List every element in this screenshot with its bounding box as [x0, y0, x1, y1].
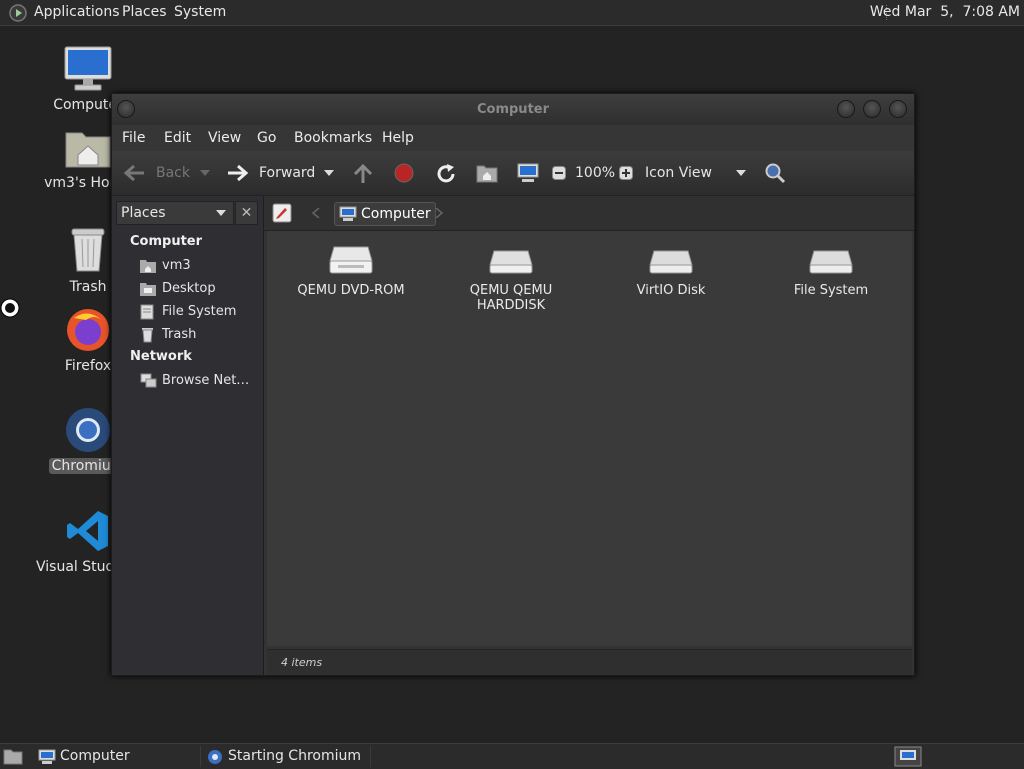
back-history-dropdown-icon[interactable]	[200, 170, 210, 177]
view-mode-dropdown-icon[interactable]	[736, 170, 746, 177]
menu-bookmarks[interactable]: Bookmarks	[294, 125, 372, 151]
home-folder-icon	[65, 132, 111, 168]
reload-icon[interactable]	[435, 163, 457, 185]
taskbar-label: Computer	[60, 748, 130, 764]
sidebar-selector[interactable]: Places	[116, 201, 234, 225]
gnome-foot-icon[interactable]	[8, 3, 28, 23]
up-arrow-icon[interactable]	[352, 163, 374, 185]
status-bar: 4 items	[267, 649, 912, 675]
menu-places[interactable]: Places	[122, 0, 167, 25]
chromium-icon	[66, 408, 110, 452]
sidebar-item-label: Desktop	[162, 281, 216, 296]
drive-label: VirtIO Disk	[636, 283, 706, 298]
taskbar-button-chromium[interactable]: Starting Chromium	[202, 746, 371, 767]
desktop-icon-label: Firefox	[64, 358, 112, 374]
location-bar: Computer	[264, 196, 914, 231]
breadcrumb-label: Computer	[361, 206, 431, 222]
menu-help[interactable]: Help	[382, 125, 414, 151]
toolbar: Back Forward 100% Icon View	[112, 151, 914, 196]
forward-arrow-icon[interactable]	[226, 163, 250, 183]
vscode-icon	[67, 511, 108, 551]
show-desktop-icon[interactable]	[3, 748, 23, 765]
sidebar-item-label: File System	[162, 304, 237, 319]
zoom-out-icon[interactable]	[552, 166, 566, 180]
window-title: Computer	[476, 102, 550, 117]
breadcrumb-computer[interactable]: Computer	[334, 202, 436, 226]
computer-icon[interactable]	[516, 162, 540, 184]
view-mode-select[interactable]: Icon View	[645, 151, 712, 195]
maximize-button[interactable]	[863, 100, 881, 118]
desktop-icon-label: Trash	[69, 279, 107, 295]
drive-label: File System	[793, 283, 869, 298]
harddisk-icon	[489, 250, 533, 274]
top-panel: Applications Places System Wed Mar 5, 7:…	[0, 0, 1024, 26]
sidebar: Places ✕ Computer vm3 Desktop File Syste…	[112, 196, 264, 675]
busy-cursor-icon	[0, 298, 20, 318]
menu-file[interactable]: File	[122, 125, 145, 151]
computer-icon	[38, 749, 56, 764]
location-toggle-edit-icon[interactable]	[272, 203, 292, 223]
firefox-icon	[67, 309, 109, 351]
home-icon	[140, 260, 156, 273]
trash-icon	[71, 228, 105, 272]
drive-label: QEMU QEMU HARDDISK	[469, 283, 553, 313]
menu-applications[interactable]: Applications	[34, 0, 120, 25]
zoom-level[interactable]: 100%	[575, 151, 615, 195]
stop-icon[interactable]	[394, 163, 414, 183]
menubar: File Edit View Go Bookmarks Help	[112, 125, 914, 151]
clock[interactable]: Wed Mar 5, 7:08 AM	[870, 0, 1020, 25]
forward-history-dropdown-icon[interactable]	[324, 170, 334, 177]
chevron-right-icon[interactable]	[435, 208, 443, 218]
zoom-in-icon[interactable]	[619, 166, 633, 180]
drive-item[interactable]: File System	[766, 245, 896, 298]
computer-icon	[64, 46, 112, 91]
file-manager-window: Computer File Edit View Go Bookmarks Hel…	[111, 93, 915, 676]
forward-button[interactable]: Forward	[259, 151, 315, 195]
menu-edit[interactable]: Edit	[164, 125, 191, 151]
search-icon[interactable]	[764, 162, 786, 184]
chevron-down-icon	[216, 210, 226, 216]
back-button[interactable]: Back	[156, 151, 190, 195]
menu-view[interactable]: View	[208, 125, 241, 151]
optical-drive-icon	[329, 246, 373, 274]
harddisk-icon	[809, 250, 853, 274]
back-arrow-icon[interactable]	[122, 163, 146, 183]
menu-go[interactable]: Go	[257, 125, 276, 151]
drive-item[interactable]: VirtIO Disk	[606, 245, 736, 298]
sidebar-item-label: vm3	[162, 258, 191, 273]
sidebar-selector-value: Places	[121, 205, 166, 221]
drive-item[interactable]: QEMU DVD-ROM	[286, 245, 416, 298]
sidebar-close-button[interactable]: ✕	[235, 201, 258, 225]
workspace-switcher-icon[interactable]	[894, 746, 922, 767]
sidebar-heading-network: Network	[130, 349, 192, 364]
menu-system[interactable]: System	[174, 0, 226, 25]
harddisk-icon	[649, 250, 693, 274]
item-count: 4 items	[281, 656, 323, 669]
sidebar-heading-computer: Computer	[130, 234, 203, 249]
drive-item[interactable]: QEMU QEMU HARDDISK	[446, 245, 576, 313]
home-icon[interactable]	[476, 163, 498, 183]
minimize-button[interactable]	[837, 100, 855, 118]
filesystem-icon	[140, 304, 154, 320]
network-icon	[140, 373, 157, 388]
drive-label: QEMU DVD-ROM	[297, 283, 405, 298]
chevron-left-icon[interactable]	[312, 208, 320, 218]
sidebar-item-label: Trash	[162, 327, 197, 342]
desktop-icon	[140, 283, 156, 296]
taskbar-button-computer[interactable]: Computer	[34, 746, 201, 767]
bottom-panel: Computer Starting Chromium	[0, 743, 1024, 769]
sidebar-item-label: Browse Net…	[162, 373, 250, 388]
close-button[interactable]	[889, 100, 907, 118]
chromium-icon	[208, 750, 222, 764]
computer-icon	[339, 206, 357, 221]
trash-icon	[142, 328, 153, 343]
window-titlebar[interactable]: Computer	[112, 94, 914, 125]
taskbar-label: Starting Chromium	[228, 748, 361, 764]
file-view[interactable]: QEMU DVD-ROM QEMU QEMU HARDDISK VirtIO D…	[267, 231, 912, 646]
